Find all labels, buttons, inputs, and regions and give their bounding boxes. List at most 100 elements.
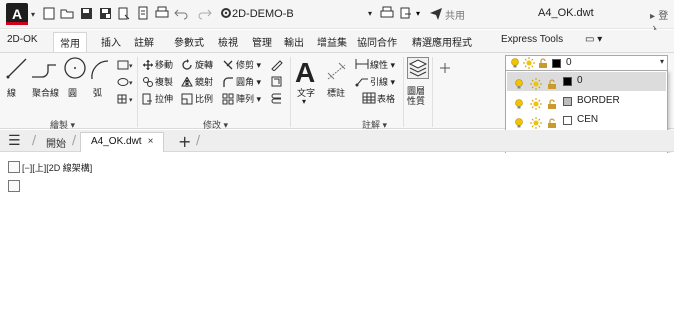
save-as-icon[interactable] bbox=[97, 5, 113, 21]
layer-color-swatch[interactable] bbox=[563, 116, 572, 126]
erase-icon[interactable] bbox=[270, 58, 283, 71]
tab-insert[interactable]: 插入 bbox=[101, 34, 121, 49]
chevron-down-icon[interactable]: ▾ bbox=[302, 97, 306, 106]
unlock-icon[interactable] bbox=[546, 75, 558, 89]
scale-label[interactable]: 比例 bbox=[195, 92, 213, 105]
properties-icon[interactable] bbox=[8, 161, 20, 173]
mirror-icon[interactable] bbox=[181, 76, 193, 88]
chevron-down-icon[interactable]: ▾ bbox=[31, 10, 35, 19]
customize-arrow-icon[interactable]: ▾ bbox=[416, 9, 424, 25]
share-label[interactable]: 共用 bbox=[445, 7, 465, 22]
web-mobile-icon[interactable] bbox=[116, 5, 132, 21]
ribbon-display-toggle[interactable]: ▭ ▾ bbox=[585, 34, 602, 45]
linear-dimension-icon[interactable] bbox=[355, 58, 369, 70]
explode-icon[interactable] bbox=[270, 75, 283, 88]
tab-2d-ok[interactable]: 2D-OK bbox=[7, 34, 38, 45]
tab-output[interactable]: 輸出 bbox=[284, 34, 304, 49]
drawing-canvas[interactable] bbox=[0, 153, 674, 325]
line-tool-icon[interactable] bbox=[6, 57, 28, 79]
tab-view[interactable]: 檢視 bbox=[218, 34, 238, 49]
tab-featured-apps[interactable]: 精選應用程式 bbox=[412, 34, 472, 49]
layer-properties-label[interactable]: 圖層 性質 bbox=[407, 86, 431, 106]
circle-tool-label[interactable]: 圓 bbox=[68, 86, 77, 99]
match-properties-icon[interactable] bbox=[8, 180, 20, 192]
redo-icon[interactable] bbox=[197, 5, 213, 21]
polyline-tool-label[interactable]: 聚合線 bbox=[32, 86, 59, 99]
fillet-label[interactable]: 圓角 ▾ bbox=[236, 75, 261, 88]
undo-icon[interactable] bbox=[173, 5, 189, 21]
dimension-tool-icon[interactable] bbox=[325, 61, 349, 83]
mirror-label[interactable]: 鏡射 bbox=[195, 75, 213, 88]
lightbulb-icon[interactable] bbox=[513, 95, 525, 109]
plot-preview-icon[interactable] bbox=[379, 5, 395, 21]
layer-off-icon[interactable] bbox=[438, 61, 452, 75]
stretch-icon[interactable] bbox=[142, 93, 154, 105]
new-file-icon[interactable] bbox=[41, 5, 57, 21]
sun-icon[interactable] bbox=[530, 75, 542, 90]
rotate-icon[interactable] bbox=[181, 59, 193, 71]
stretch-label[interactable]: 拉伸 bbox=[155, 92, 173, 105]
rotate-label[interactable]: 旋轉 bbox=[195, 58, 213, 71]
viewport-controls-label[interactable]: [−][上][2D 線架構] bbox=[22, 161, 92, 174]
dimension-tool-label[interactable]: 標註 bbox=[327, 86, 345, 99]
layer-properties-icon[interactable] bbox=[407, 57, 429, 79]
menu-icon[interactable]: ☰ bbox=[8, 134, 21, 148]
trim-icon[interactable] bbox=[222, 59, 234, 71]
application-menu-button[interactable]: A bbox=[6, 3, 28, 25]
lightbulb-icon[interactable] bbox=[513, 75, 525, 89]
circle-tool-icon[interactable] bbox=[63, 56, 87, 80]
layer-dropdown[interactable]: 0 ▾ bbox=[505, 55, 668, 71]
layer-color-swatch[interactable] bbox=[563, 77, 572, 86]
new-tab-button[interactable]: + bbox=[178, 132, 191, 151]
sun-icon[interactable] bbox=[530, 95, 542, 110]
table-label[interactable]: 表格 bbox=[377, 92, 395, 105]
tab-addins[interactable]: 增益集 bbox=[317, 34, 347, 49]
linear-dimension-label[interactable]: 線性 ▾ bbox=[370, 58, 395, 71]
unlock-icon[interactable] bbox=[546, 95, 558, 109]
tab-home[interactable]: 常用 bbox=[53, 32, 87, 53]
tab-express-tools[interactable]: Express Tools bbox=[501, 34, 563, 45]
line-tool-label[interactable]: 線 bbox=[7, 86, 16, 99]
lightbulb-icon[interactable] bbox=[513, 114, 525, 128]
layer-item[interactable]: BORDER bbox=[507, 92, 666, 111]
text-tool-icon[interactable]: A bbox=[293, 57, 319, 85]
tab-parametric[interactable]: 參數式 bbox=[174, 34, 204, 49]
layer-color-swatch[interactable] bbox=[563, 96, 572, 106]
ellipse-tool-icon[interactable]: ▾ bbox=[116, 76, 134, 88]
table-icon[interactable] bbox=[362, 92, 376, 104]
share-file-icon[interactable] bbox=[135, 5, 151, 21]
layer-item[interactable]: CEN bbox=[507, 111, 666, 130]
move-icon[interactable] bbox=[142, 59, 154, 71]
workspace-selector[interactable]: 2D-DEMO-B ▾ bbox=[232, 6, 372, 22]
move-label[interactable]: 移動 bbox=[155, 58, 173, 71]
leader-icon[interactable] bbox=[355, 75, 369, 87]
save-icon[interactable] bbox=[78, 5, 94, 21]
tab-annotate[interactable]: 註解 bbox=[134, 34, 154, 49]
scale-icon[interactable] bbox=[181, 93, 193, 105]
fillet-icon[interactable] bbox=[222, 76, 234, 88]
arc-tool-icon[interactable] bbox=[88, 57, 112, 81]
tab-start[interactable]: 開始 bbox=[46, 135, 66, 150]
layer-states-icon[interactable] bbox=[398, 5, 414, 21]
tab-collaborate[interactable]: 協同合作 bbox=[357, 34, 397, 49]
rectangle-tool-icon[interactable]: ▾ bbox=[116, 59, 134, 71]
open-folder-icon[interactable] bbox=[59, 5, 75, 21]
trim-label[interactable]: 修剪 ▾ bbox=[236, 58, 261, 71]
arc-tool-label[interactable]: 弧 bbox=[93, 86, 102, 99]
copy-label[interactable]: 複製 bbox=[155, 75, 173, 88]
offset-icon[interactable] bbox=[270, 92, 283, 105]
array-icon[interactable] bbox=[222, 93, 234, 105]
tab-manage[interactable]: 管理 bbox=[252, 34, 272, 49]
array-label[interactable]: 陣列 ▾ bbox=[236, 92, 261, 105]
layer-item[interactable]: 0 bbox=[507, 72, 666, 91]
hatch-tool-icon[interactable]: ▾ bbox=[116, 93, 134, 105]
sun-icon[interactable] bbox=[530, 114, 542, 130]
polyline-tool-icon[interactable] bbox=[30, 59, 58, 81]
plot-icon[interactable] bbox=[154, 5, 170, 21]
close-icon[interactable]: × bbox=[148, 136, 154, 147]
copy-icon[interactable] bbox=[142, 76, 154, 88]
tab-a4-ok[interactable]: A4_OK.dwt × bbox=[80, 132, 165, 152]
unlock-icon[interactable] bbox=[546, 114, 558, 129]
leader-label[interactable]: 引線 ▾ bbox=[370, 75, 395, 88]
send-icon[interactable] bbox=[428, 5, 444, 21]
